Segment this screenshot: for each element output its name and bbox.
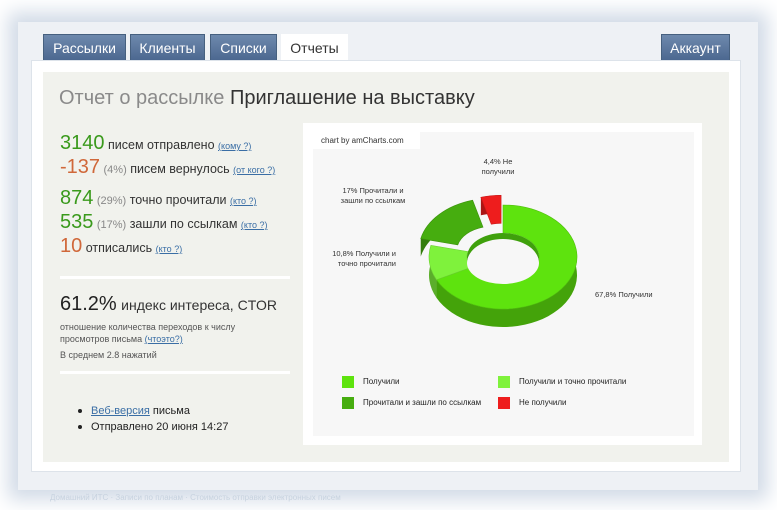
legend-swatch — [342, 397, 354, 409]
slice-label-received-read: 10,8% Получили и точно прочитали — [332, 249, 396, 268]
slice-label-received: 67,8% Получили — [595, 290, 653, 299]
legend-swatch — [498, 376, 510, 388]
legend-swatch — [498, 397, 510, 409]
legend-swatch — [342, 376, 354, 388]
slice-label-not-received: 4,4% Не получили — [481, 157, 515, 176]
slice-2 — [420, 199, 484, 246]
legend-label: Прочитали и зашли по ссылкам — [363, 398, 482, 407]
legend-label: Получили — [363, 377, 400, 386]
footer-text: Домашний ИТС · Записи по планам · Стоимо… — [50, 493, 341, 502]
legend-label: Получили и точно прочитали — [519, 377, 627, 386]
legend-label: Не получили — [519, 398, 567, 407]
slice-label-read-clicked: 17% Прочитали и зашли по ссылкам — [340, 186, 406, 205]
donut-hole-floor — [467, 242, 539, 284]
